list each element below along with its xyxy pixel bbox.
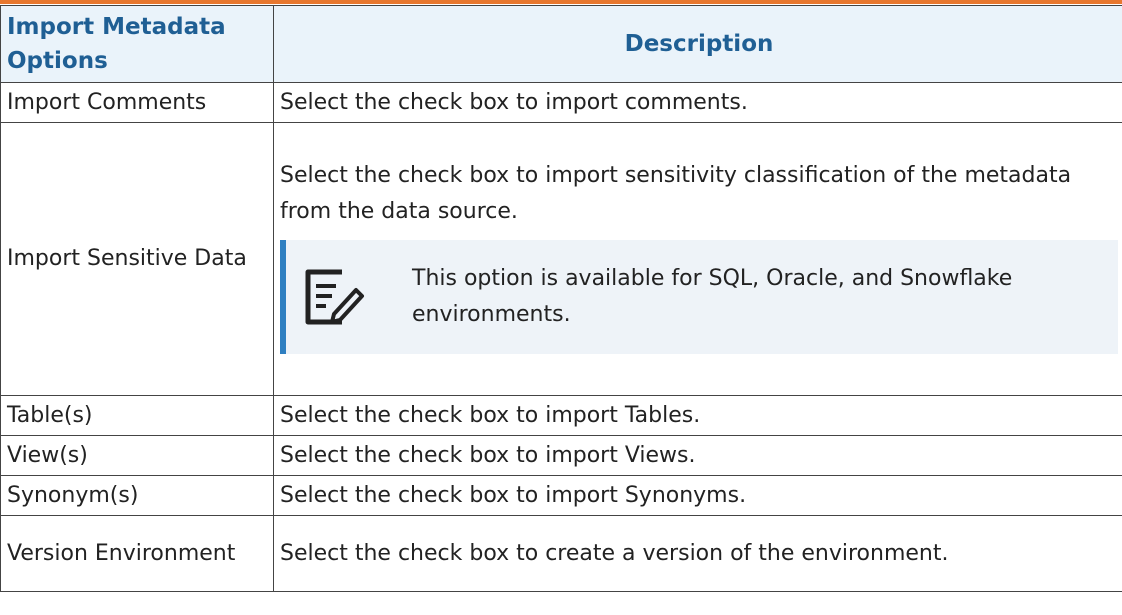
description-text: Select the check box to import sensitivi… xyxy=(280,163,1072,224)
note-text: This option is available for SQL, Oracle… xyxy=(412,266,1013,327)
option-cell: Version Environment xyxy=(0,515,274,592)
table-row: Import Comments Select the check box to … xyxy=(0,82,1122,123)
top-accent-rule xyxy=(0,0,1122,4)
option-cell: Synonym(s) xyxy=(0,475,274,516)
description-cell: Select the check box to import Synonyms. xyxy=(273,475,1122,516)
table-row: Import Sensitive Data Select the check b… xyxy=(0,122,1122,396)
option-cell: Import Sensitive Data xyxy=(0,122,274,396)
description-cell: Select the check box to create a version… xyxy=(273,515,1122,592)
option-cell: Table(s) xyxy=(0,395,274,436)
table-row: View(s) Select the check box to import V… xyxy=(0,435,1122,476)
option-cell: Import Comments xyxy=(0,82,274,123)
header-options: Import Metadata Options xyxy=(0,5,274,83)
note-edit-icon xyxy=(305,269,364,325)
table-row: Version Environment Select the check box… xyxy=(0,515,1122,592)
description-cell: Select the check box to import sensitivi… xyxy=(273,122,1122,396)
table-row: Table(s) Select the check box to import … xyxy=(0,395,1122,436)
description-cell: Select the check box to import comments. xyxy=(273,82,1122,123)
table-header-row: Import Metadata Options Description xyxy=(0,5,1122,83)
option-cell: View(s) xyxy=(0,435,274,476)
header-description: Description xyxy=(273,5,1122,83)
table-row: Synonym(s) Select the check box to impor… xyxy=(0,475,1122,516)
description-cell: Select the check box to import Tables. xyxy=(273,395,1122,436)
description-cell: Select the check box to import Views. xyxy=(273,435,1122,476)
import-metadata-options-table: Import Metadata Options Description Impo… xyxy=(0,5,1122,592)
note-callout: This option is available for SQL, Oracle… xyxy=(280,240,1118,354)
